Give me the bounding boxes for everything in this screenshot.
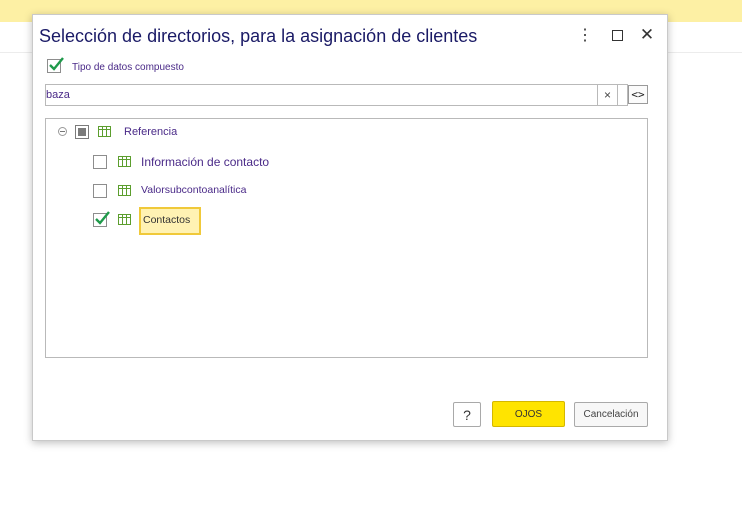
- table-icon: [118, 156, 131, 167]
- code-toggle-button[interactable]: <>: [628, 85, 648, 104]
- search-value: baza: [46, 89, 70, 101]
- help-button[interactable]: ?: [453, 402, 481, 427]
- dialog-title: Selección de directorios, para la asigna…: [39, 26, 478, 46]
- cancel-button[interactable]: Cancelación: [574, 402, 648, 427]
- item-checkbox[interactable]: [93, 211, 110, 227]
- tree-item-label[interactable]: Información de contacto: [141, 155, 269, 169]
- checkmark-icon: [49, 57, 64, 71]
- search-input[interactable]: baza: [45, 84, 628, 106]
- directory-tree[interactable]: Referencia Información de contacto Valor…: [45, 118, 648, 358]
- clear-search-button[interactable]: ×: [597, 84, 618, 106]
- maximize-icon[interactable]: [607, 25, 627, 45]
- root-checkbox[interactable]: [75, 125, 89, 139]
- table-icon: [118, 214, 131, 225]
- selection-dialog: Selección de directorios, para la asigna…: [32, 14, 668, 441]
- collapse-icon[interactable]: [58, 127, 67, 136]
- table-icon: [98, 126, 111, 137]
- item-checkbox[interactable]: [93, 184, 107, 198]
- item-checkbox[interactable]: [93, 155, 107, 169]
- tree-root-label[interactable]: Referencia: [124, 126, 177, 138]
- composite-type-label: Tipo de datos compuesto: [72, 62, 184, 73]
- more-options-icon[interactable]: ⋮: [575, 25, 595, 45]
- tree-item-label[interactable]: Valorsubcontoanalítica: [141, 184, 246, 196]
- ok-button[interactable]: OJOS: [492, 401, 565, 427]
- table-icon: [118, 185, 131, 196]
- checkmark-icon: [95, 211, 110, 225]
- close-icon[interactable]: ✕: [637, 25, 657, 45]
- tree-item-label[interactable]: Contactos: [143, 214, 190, 226]
- composite-type-checkbox[interactable]: [47, 57, 64, 73]
